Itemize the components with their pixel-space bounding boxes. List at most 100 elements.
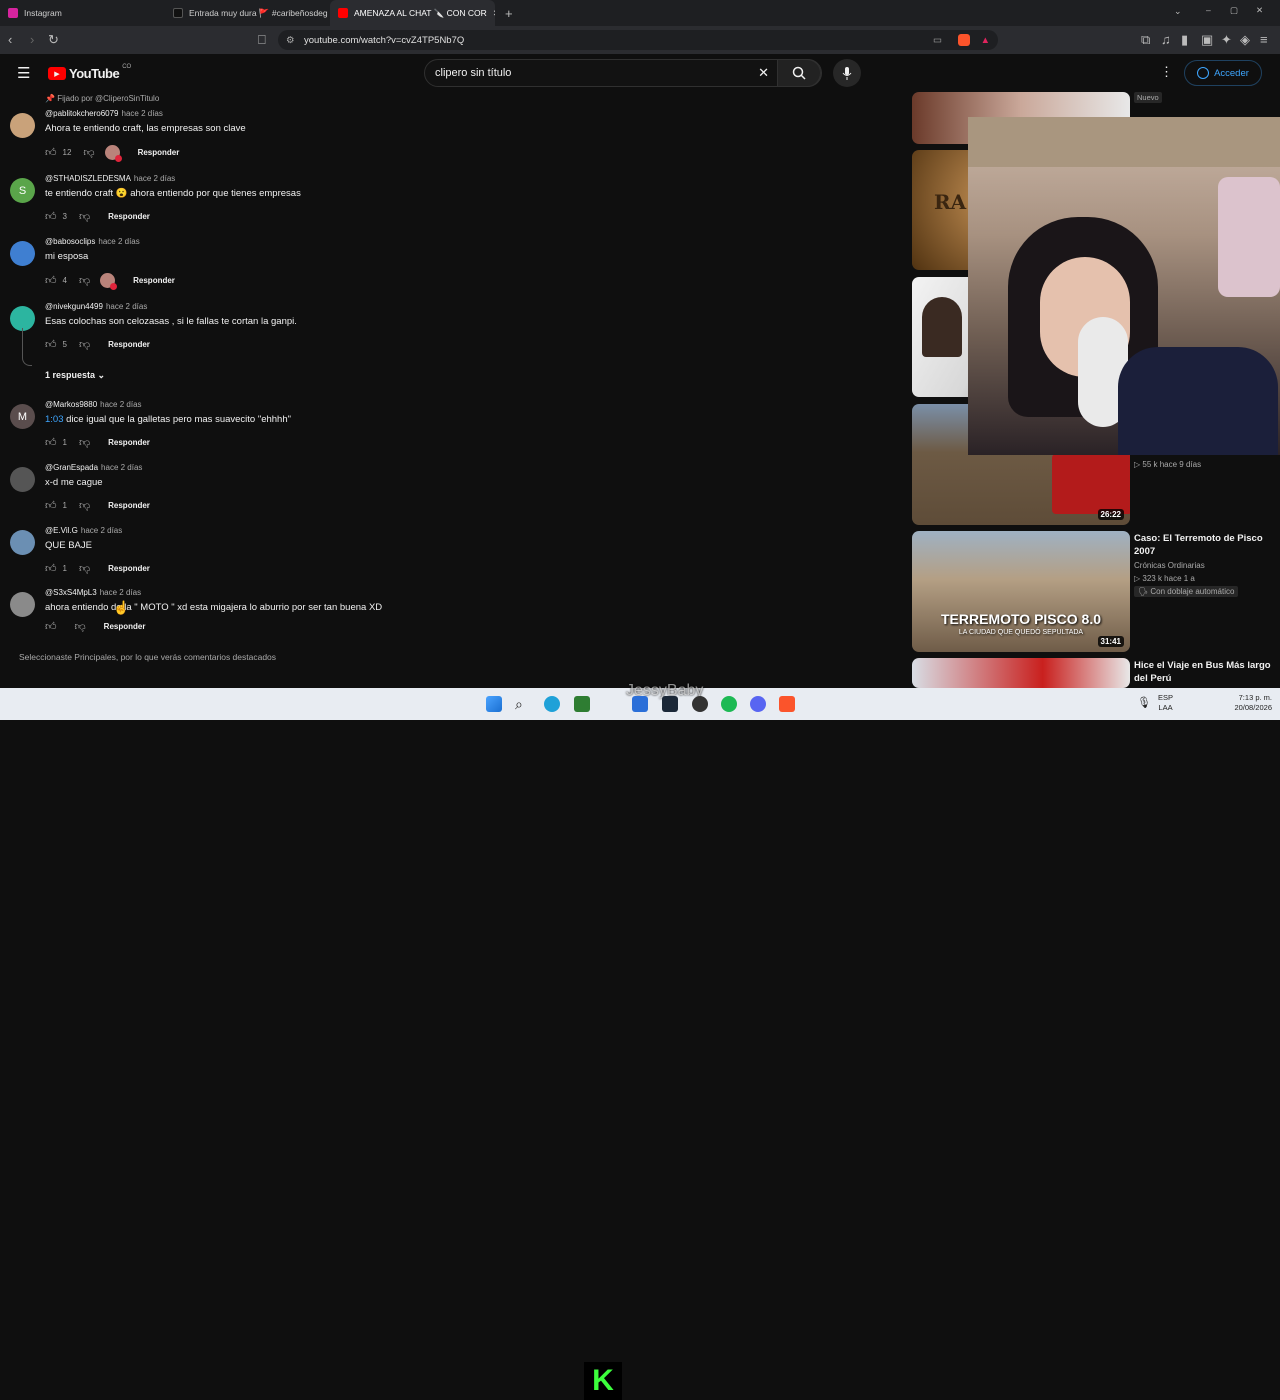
webcam-shelf bbox=[968, 117, 1280, 167]
like-icon[interactable]: 👍︎ bbox=[45, 338, 57, 351]
cast-icon[interactable]: ▭ bbox=[933, 35, 942, 46]
voice-search-button[interactable] bbox=[833, 59, 861, 87]
comment-author[interactable]: @pablitokchero6079 hace 2 días bbox=[45, 109, 163, 118]
timestamp-link[interactable]: 1:03 bbox=[45, 414, 64, 425]
signin-button[interactable]: Acceder bbox=[1184, 60, 1262, 86]
mic-tray-icon[interactable]: 🎙 bbox=[1137, 696, 1151, 709]
comment-author[interactable]: @GranEspada hace 2 días bbox=[45, 463, 142, 472]
clock[interactable]: 7:13 p. m. 20/08/2026 bbox=[1222, 693, 1272, 713]
dislike-icon[interactable]: 👎︎ bbox=[79, 210, 90, 223]
reply-button[interactable]: Responder bbox=[108, 564, 150, 573]
comment-author[interactable]: @babosoclips hace 2 días bbox=[45, 237, 140, 246]
sidebar-icon[interactable]: ▮ bbox=[1181, 32, 1188, 48]
reply-button[interactable]: Responder bbox=[108, 438, 150, 447]
search-input[interactable]: clipero sin título ✕ bbox=[424, 59, 822, 87]
replies-toggle[interactable]: 1 respuesta ⌄ bbox=[45, 370, 105, 381]
hamburger-menu-icon[interactable]: ☰ bbox=[17, 64, 30, 82]
bookmark-icon[interactable]: ⎕ bbox=[258, 32, 266, 48]
site-info-icon[interactable]: ⚙ bbox=[286, 35, 295, 46]
brave-icon[interactable] bbox=[779, 696, 795, 712]
vpn-icon[interactable]: ◈ bbox=[1240, 32, 1250, 48]
menu-icon[interactable]: ≡ bbox=[1260, 32, 1268, 47]
music-icon[interactable]: ♫ bbox=[1161, 32, 1171, 47]
comment-author[interactable]: @Markos9880 hace 2 días bbox=[45, 400, 142, 409]
obs-icon[interactable] bbox=[692, 696, 708, 712]
avatar[interactable] bbox=[10, 530, 35, 555]
reply-button[interactable]: Responder bbox=[108, 340, 150, 349]
comment-author[interactable]: @S3xS4MpL3 hace 2 días bbox=[45, 588, 141, 597]
comment-author[interactable]: @STHADISZLEDESMA hace 2 días bbox=[45, 174, 175, 183]
avatar[interactable] bbox=[10, 467, 35, 492]
search-icon[interactable]: ⌕ bbox=[515, 696, 531, 712]
brave-rewards-icon[interactable]: ▲ bbox=[981, 35, 990, 46]
new-tab-button[interactable]: + bbox=[505, 6, 513, 21]
like-icon[interactable]: 👍︎ bbox=[45, 436, 57, 449]
edge-icon[interactable] bbox=[544, 696, 560, 712]
steam-icon[interactable] bbox=[662, 696, 678, 712]
like-icon[interactable]: 👍︎ bbox=[45, 146, 57, 159]
comment-author[interactable]: @nivekgun4499 hace 2 días bbox=[45, 302, 147, 311]
forward-icon[interactable]: › bbox=[30, 32, 34, 47]
more-options-icon[interactable]: ⋮ bbox=[1160, 64, 1173, 80]
like-icon[interactable]: 👍︎ bbox=[45, 210, 57, 223]
mouse-cursor-icon: ☝ bbox=[113, 600, 130, 615]
spotify-icon[interactable] bbox=[721, 696, 737, 712]
tab-label: AMENAZA AL CHAT 🔪 CON COR bbox=[354, 7, 487, 18]
youtube-logo[interactable]: ▶ YouTube CO bbox=[48, 64, 131, 81]
like-icon[interactable]: 👍︎ bbox=[45, 499, 57, 512]
brave-shield-icon[interactable] bbox=[958, 34, 970, 46]
avatar[interactable] bbox=[10, 241, 35, 266]
comment-text: 1:03 dice igual que la galletas pero mas… bbox=[45, 414, 291, 425]
chevron-down-icon[interactable]: ⌄ bbox=[1174, 6, 1182, 17]
app-icon[interactable] bbox=[574, 696, 590, 712]
like-icon[interactable]: 👍︎ bbox=[45, 562, 57, 575]
comment-actions: 👍︎ 12 👎︎ Responder bbox=[45, 145, 180, 162]
reply-button[interactable]: Responder bbox=[108, 212, 150, 221]
dislike-icon[interactable]: 👎︎ bbox=[79, 562, 90, 575]
like-icon[interactable]: 👍︎ bbox=[45, 274, 57, 287]
extensions-icon[interactable]: ⧉ bbox=[1141, 32, 1150, 48]
dislike-icon[interactable]: 👎︎ bbox=[79, 499, 90, 512]
dislike-icon[interactable]: 👎︎ bbox=[83, 146, 94, 159]
youtube-icon bbox=[338, 8, 348, 18]
tab-youtube-active[interactable]: AMENAZA AL CHAT 🔪 CON COR ✕ bbox=[330, 0, 495, 26]
reply-button[interactable]: Responder bbox=[108, 501, 150, 510]
tab-instagram[interactable]: Instagram bbox=[0, 0, 165, 26]
url-field[interactable]: ⚙ youtube.com/watch?v=cvZ4TP5Nb7Q ▭ ▲ bbox=[278, 30, 998, 50]
reply-button[interactable]: Responder bbox=[104, 622, 146, 631]
start-icon[interactable] bbox=[486, 696, 502, 712]
webcam-shirt bbox=[1118, 347, 1278, 455]
video-title[interactable]: Hice el Viaje en Bus Más largo del Perú bbox=[1134, 659, 1274, 685]
maximize-icon[interactable]: ▢ bbox=[1230, 5, 1238, 16]
reload-icon[interactable]: ↻ bbox=[48, 32, 59, 48]
avatar[interactable] bbox=[10, 592, 35, 617]
avatar[interactable]: S bbox=[10, 178, 35, 203]
avatar[interactable]: M bbox=[10, 404, 35, 429]
dislike-icon[interactable]: 👎︎ bbox=[79, 436, 90, 449]
comment-author[interactable]: @E.Vil.G hace 2 días bbox=[45, 526, 122, 535]
video-title[interactable]: Caso: El Terremoto de Pisco 2007 bbox=[1134, 532, 1274, 558]
close-tab-icon[interactable]: ✕ bbox=[493, 8, 495, 19]
video-thumbnail[interactable] bbox=[912, 658, 1130, 688]
tab-tiktok[interactable]: Entrada muy dura 🚩 #caribeñosdeg bbox=[165, 0, 330, 26]
discord-icon[interactable] bbox=[750, 696, 766, 712]
dislike-icon[interactable]: 👎︎ bbox=[79, 338, 90, 351]
dislike-icon[interactable]: 👎︎ bbox=[79, 274, 90, 287]
close-window-icon[interactable]: ✕ bbox=[1256, 5, 1263, 16]
reply-button[interactable]: Responder bbox=[138, 148, 180, 157]
channel-name[interactable]: Crónicas Ordinarias bbox=[1134, 561, 1205, 570]
like-icon[interactable]: 👍︎ bbox=[45, 620, 57, 633]
avatar[interactable] bbox=[10, 113, 35, 138]
wallet-icon[interactable]: ▣ bbox=[1201, 32, 1213, 48]
minimize-icon[interactable]: – bbox=[1206, 5, 1211, 15]
dislike-icon[interactable]: 👎︎ bbox=[75, 620, 86, 633]
video-thumbnail[interactable]: TERREMOTO PISCO 8.0 LA CIUDAD QUE QUEDÓ … bbox=[912, 531, 1130, 652]
outlook-icon[interactable] bbox=[632, 696, 648, 712]
language-indicator[interactable]: ESP LAA bbox=[1158, 693, 1173, 713]
leo-ai-icon[interactable]: ✦ bbox=[1221, 32, 1232, 48]
comment-text: QUE BAJE bbox=[45, 540, 92, 551]
back-icon[interactable]: ‹ bbox=[8, 32, 12, 47]
reply-button[interactable]: Responder bbox=[133, 276, 175, 285]
clear-search-icon[interactable]: ✕ bbox=[758, 65, 769, 81]
search-button[interactable] bbox=[777, 59, 821, 87]
